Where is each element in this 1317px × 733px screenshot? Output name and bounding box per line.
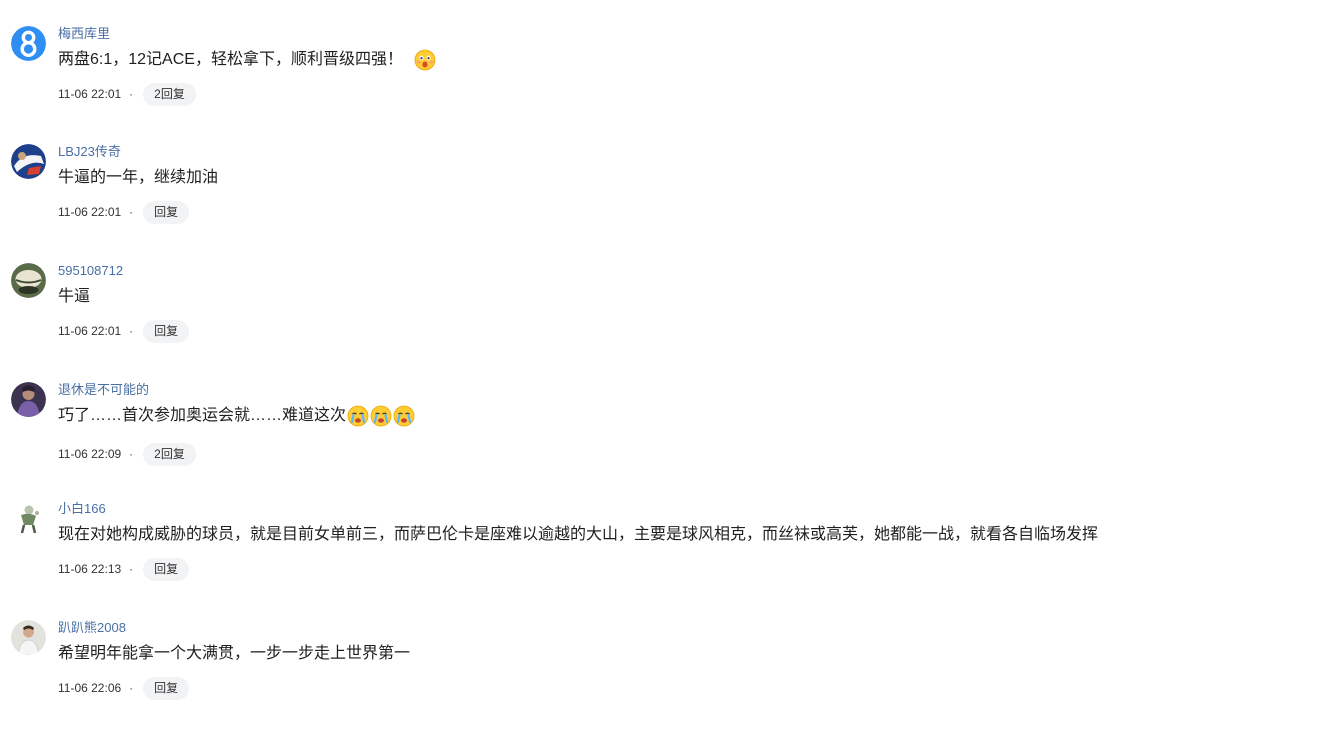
comment-list: 梅西库里 两盘6:1，12记ACE，轻松拿下，顺利晋级四强！ 11-06 22:… [0, 0, 1317, 714]
comment-meta: 11-06 22:13 · 回复 [58, 557, 190, 581]
shocked-face-icon [414, 49, 436, 71]
crying-face-icon [370, 405, 392, 427]
comment-item: 595108712 牛逼 11-06 22:01 · 回复 [0, 257, 1317, 376]
comment-text-row: 希望明年能拿一个大满贯，一步一步走上世界第一 [58, 642, 410, 666]
comment-text-row: 牛逼 [58, 285, 90, 309]
crying-face-icon [393, 405, 415, 427]
avatar[interactable] [11, 382, 46, 417]
username[interactable]: 趴趴熊2008 [58, 620, 126, 636]
comment-meta: 11-06 22:09 · 2回复 [58, 442, 196, 466]
reply-button[interactable]: 回复 [143, 200, 190, 224]
avatar[interactable] [11, 620, 46, 655]
meta-separator: · [129, 87, 134, 101]
blue-8-avatar-icon [11, 26, 46, 61]
meta-separator: · [129, 447, 134, 461]
comment-text-row: 两盘6:1，12记ACE，轻松拿下，顺利晋级四强！ [58, 48, 437, 72]
meta-separator: · [129, 205, 134, 219]
emoji-group [347, 405, 416, 427]
emoji-group [404, 49, 437, 71]
comment-text: 现在对她构成威胁的球员，就是目前女单前三，而萨巴伦卡是座难以逾越的大山，主要是球… [58, 526, 1099, 543]
username[interactable]: LBJ23传奇 [58, 144, 121, 160]
meta-separator: · [129, 324, 134, 338]
comment-text-row: 牛逼的一年，继续加油 [58, 166, 218, 190]
comment-text: 希望明年能拿一个大满贯，一步一步走上世界第一 [58, 645, 411, 662]
comment-item: 退休是不可能的 巧了……首次参加奥运会就……难道这次 11-06 22:09 ·… [0, 376, 1317, 495]
meta-separator: · [129, 681, 134, 695]
username[interactable]: 梅西库里 [58, 26, 110, 42]
photo-avatar-green-icon [11, 263, 46, 298]
comment-text-row: 巧了……首次参加奥运会就……难道这次 [58, 404, 416, 428]
crying-face-icon [347, 405, 369, 427]
timestamp: 11-06 22:01 [58, 324, 122, 338]
comment-text: 巧了……首次参加奥运会就……难道这次 [58, 407, 347, 424]
timestamp: 11-06 22:13 [58, 562, 122, 576]
photo-avatar-figure-icon [11, 501, 46, 536]
comment-item: 小白166 现在对她构成威胁的球员，就是目前女单前三，而萨巴伦卡是座难以逾越的大… [0, 495, 1317, 614]
avatar[interactable] [11, 501, 46, 536]
timestamp: 11-06 22:01 [58, 205, 122, 219]
comment-item: 趴趴熊2008 希望明年能拿一个大满贯，一步一步走上世界第一 11-06 22:… [0, 614, 1317, 733]
avatar[interactable] [11, 263, 46, 298]
reply-button[interactable]: 回复 [143, 676, 190, 700]
timestamp: 11-06 22:09 [58, 447, 122, 461]
meta-separator: · [129, 562, 134, 576]
reply-button[interactable]: 回复 [143, 557, 190, 581]
avatar[interactable] [11, 26, 46, 61]
username[interactable]: 退休是不可能的 [58, 382, 149, 398]
comment-text: 两盘6:1，12记ACE，轻松拿下，顺利晋级四强！ [58, 51, 403, 68]
timestamp: 11-06 22:06 [58, 681, 122, 695]
comment-meta: 11-06 22:06 · 回复 [58, 676, 190, 700]
comment-item: LBJ23传奇 牛逼的一年，继续加油 11-06 22:01 · 回复 [0, 138, 1317, 257]
photo-avatar-purple-icon [11, 382, 46, 417]
comment-item: 梅西库里 两盘6:1，12记ACE，轻松拿下，顺利晋级四强！ 11-06 22:… [0, 20, 1317, 139]
avatar[interactable] [11, 144, 46, 179]
comment-meta: 11-06 22:01 · 回复 [58, 200, 190, 224]
comment-meta: 11-06 22:01 · 回复 [58, 319, 190, 343]
username[interactable]: 小白166 [58, 501, 106, 517]
photo-avatar-person-icon [11, 620, 46, 655]
reply-button[interactable]: 2回复 [143, 442, 196, 466]
comment-text: 牛逼的一年，继续加油 [58, 169, 219, 186]
reply-button[interactable]: 2回复 [143, 82, 196, 106]
photo-avatar-blue-icon [11, 144, 46, 179]
comment-text-row: 现在对她构成威胁的球员，就是目前女单前三，而萨巴伦卡是座难以逾越的大山，主要是球… [58, 523, 1098, 547]
timestamp: 11-06 22:01 [58, 87, 122, 101]
username[interactable]: 595108712 [58, 263, 123, 279]
comment-text: 牛逼 [58, 288, 91, 305]
reply-button[interactable]: 回复 [143, 319, 190, 343]
comment-meta: 11-06 22:01 · 2回复 [58, 82, 196, 106]
